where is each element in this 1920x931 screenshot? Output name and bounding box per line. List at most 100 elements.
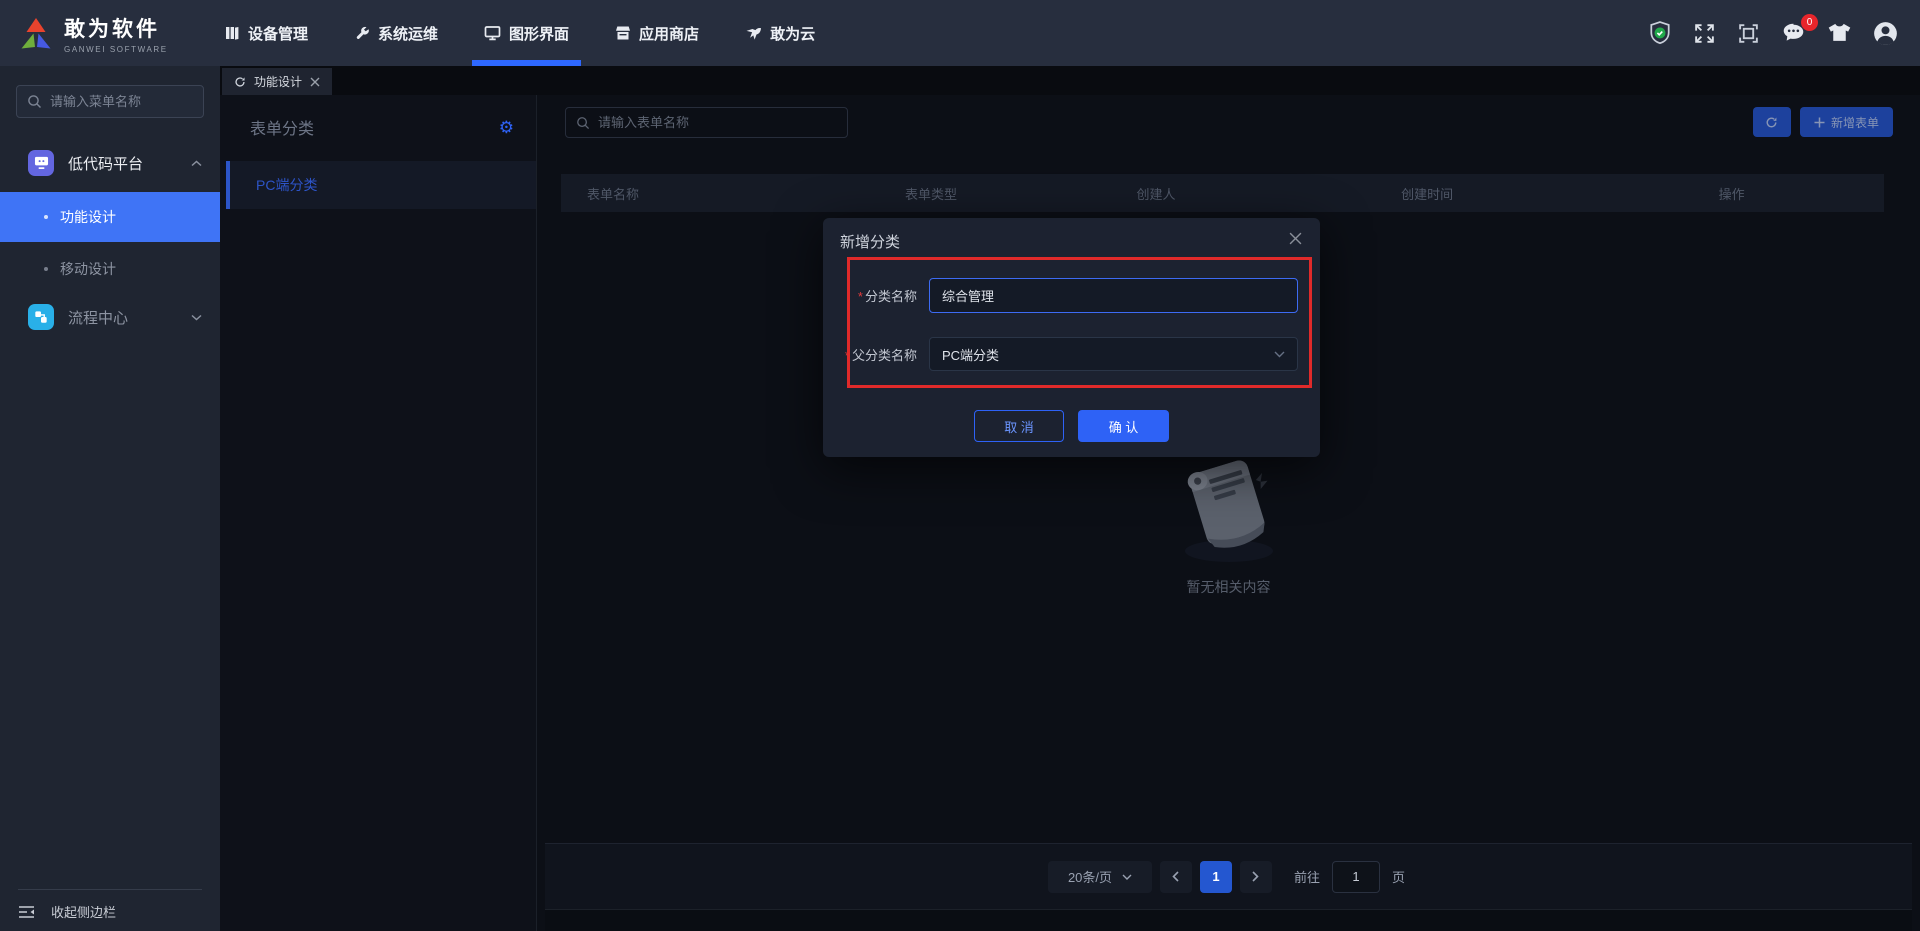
next-page-button[interactable] <box>1239 860 1272 893</box>
chevron-down-icon <box>191 314 202 321</box>
parent-category-label: * 父分类名称 <box>844 347 917 363</box>
per-page-select[interactable]: 20条/页 <box>1047 860 1152 893</box>
close-icon[interactable] <box>1285 228 1306 249</box>
gear-icon[interactable]: ⚙ <box>499 119 514 136</box>
menu-item-label: 功能设计 <box>60 209 116 225</box>
column-actions: 操作 <box>1718 186 1745 202</box>
message-badge: 0 <box>1801 13 1818 31</box>
refresh-icon[interactable] <box>234 76 246 88</box>
group-label: 低代码平台 <box>68 155 144 173</box>
flow-center-icon <box>28 304 54 330</box>
empty-state: 暂无相关内容 <box>537 445 1920 597</box>
sidebar-footer: 收起侧边栏 <box>0 889 220 931</box>
nav-label: 应用商店 <box>639 25 700 43</box>
nav-label: 敢为云 <box>770 25 816 43</box>
column-creator: 创建人 <box>1136 186 1176 202</box>
top-navbar: 敢为软件 GANWEI SOFTWARE 设备管理 系统运维 图形界面 应用商店… <box>0 0 1920 66</box>
category-name-input[interactable] <box>929 278 1298 313</box>
divider <box>18 889 202 890</box>
sidebar-item-function-design[interactable]: 功能设计 <box>0 192 220 242</box>
main-nav: 设备管理 系统运维 图形界面 应用商店 敢为云 <box>224 0 815 66</box>
goto-page-input[interactable] <box>1332 860 1380 893</box>
tab-bar: 功能设计 <box>220 66 1920 95</box>
pagination-bar: 20条/页 1 前往 页 <box>545 843 1912 909</box>
brand-name: 敢为软件 <box>64 17 160 41</box>
wrench-icon <box>354 25 370 41</box>
category-item-pc[interactable]: PC端分类 <box>226 161 536 209</box>
logo-triangle-icon <box>18 17 54 50</box>
plus-icon <box>1814 117 1825 128</box>
security-shield-icon[interactable] <box>1648 20 1672 46</box>
per-page-value: 20条/页 <box>1067 870 1113 885</box>
devices-icon <box>224 25 240 41</box>
menu-item-label: 移动设计 <box>60 261 116 277</box>
sidebar: 低代码平台 功能设计 移动设计 流程中心 <box>0 66 226 931</box>
required-mark: * <box>857 289 863 304</box>
sidebar-search-input[interactable] <box>50 94 226 109</box>
add-form-button[interactable]: 新增表单 <box>1799 107 1893 137</box>
goto-label: 前往 <box>1293 870 1320 885</box>
collapse-sidebar-icon <box>18 905 35 919</box>
category-item-label: PC端分类 <box>256 177 318 193</box>
chevron-down-icon <box>1122 874 1132 880</box>
nav-label: 图形界面 <box>509 25 570 43</box>
bullet-dot <box>44 215 48 219</box>
add-category-modal: 新增分类 *分类名称 *父分类名称 PC端分类 取 消 确 认 <box>823 218 1320 457</box>
messages-icon[interactable]: 0 <box>1781 13 1818 45</box>
nav-item-devices[interactable]: 设备管理 <box>224 0 308 66</box>
group-label: 流程中心 <box>68 309 129 327</box>
form-category-panel: 表单分类 ⚙ PC端分类 <box>220 95 537 931</box>
bullet-dot <box>44 267 48 271</box>
chevron-up-icon <box>191 159 202 167</box>
required-mark: * <box>844 347 850 363</box>
page-suffix: 页 <box>1392 870 1406 885</box>
nav-item-store[interactable]: 应用商店 <box>615 0 699 66</box>
empty-text: 暂无相关内容 <box>1186 579 1271 595</box>
nav-item-ops[interactable]: 系统运维 <box>354 0 438 66</box>
nav-label: 系统运维 <box>378 25 439 43</box>
chevron-down-icon <box>1274 351 1285 358</box>
column-form-name: 表单名称 <box>587 186 640 202</box>
parent-category-select[interactable]: PC端分类 <box>929 337 1298 371</box>
form-search-input[interactable] <box>598 115 837 130</box>
footer-strip <box>545 909 1912 931</box>
sidebar-item-mobile-design[interactable]: 移动设计 <box>0 244 220 294</box>
add-form-label: 新增表单 <box>1830 115 1879 130</box>
theme-shirt-icon[interactable] <box>1827 22 1852 45</box>
bird-icon <box>745 25 762 41</box>
brand-logo[interactable]: 敢为软件 GANWEI SOFTWARE <box>0 13 222 54</box>
store-icon <box>615 25 631 41</box>
sidebar-group-lowcode[interactable]: 低代码平台 <box>0 140 220 186</box>
confirm-button[interactable]: 确 认 <box>1078 410 1169 442</box>
user-avatar-icon[interactable] <box>1873 21 1898 46</box>
refresh-list-button[interactable] <box>1752 107 1791 137</box>
screenshot-frame-icon[interactable] <box>1737 22 1760 45</box>
nav-label: 设备管理 <box>248 25 309 43</box>
column-form-type: 表单类型 <box>904 186 957 202</box>
current-page[interactable]: 1 <box>1199 860 1232 893</box>
nav-item-gui[interactable]: 图形界面 <box>472 0 582 66</box>
cancel-button[interactable]: 取 消 <box>974 410 1064 442</box>
nav-item-cloud[interactable]: 敢为云 <box>745 0 815 66</box>
sidebar-group-flow-center[interactable]: 流程中心 <box>0 294 220 340</box>
parent-category-value: PC端分类 <box>942 347 1000 363</box>
lowcode-platform-icon <box>28 150 54 176</box>
tab-function-design[interactable]: 功能设计 <box>222 68 333 95</box>
prev-page-button[interactable] <box>1159 860 1192 893</box>
category-name-label: * 分类名称 <box>857 289 917 304</box>
search-icon <box>27 94 42 109</box>
close-icon[interactable] <box>310 77 320 87</box>
sidebar-menu: 低代码平台 功能设计 移动设计 流程中心 <box>0 140 220 340</box>
sidebar-search[interactable] <box>16 85 226 118</box>
empty-scroll-illustration <box>1184 460 1273 562</box>
panel-title: 表单分类 <box>250 121 315 138</box>
monitor-icon <box>484 25 501 41</box>
table-header: 表单名称 表单类型 创建人 创建时间 操作 <box>561 174 1884 212</box>
collapse-sidebar-label: 收起侧边栏 <box>51 905 117 920</box>
navbar-right-icons: 0 <box>1648 0 1898 66</box>
brand-subtitle: GANWEI SOFTWARE <box>64 44 168 54</box>
fullscreen-icon[interactable] <box>1693 22 1716 45</box>
collapse-sidebar-button[interactable]: 收起侧边栏 <box>0 902 220 921</box>
tab-label: 功能设计 <box>254 75 303 89</box>
form-search[interactable] <box>565 107 848 138</box>
